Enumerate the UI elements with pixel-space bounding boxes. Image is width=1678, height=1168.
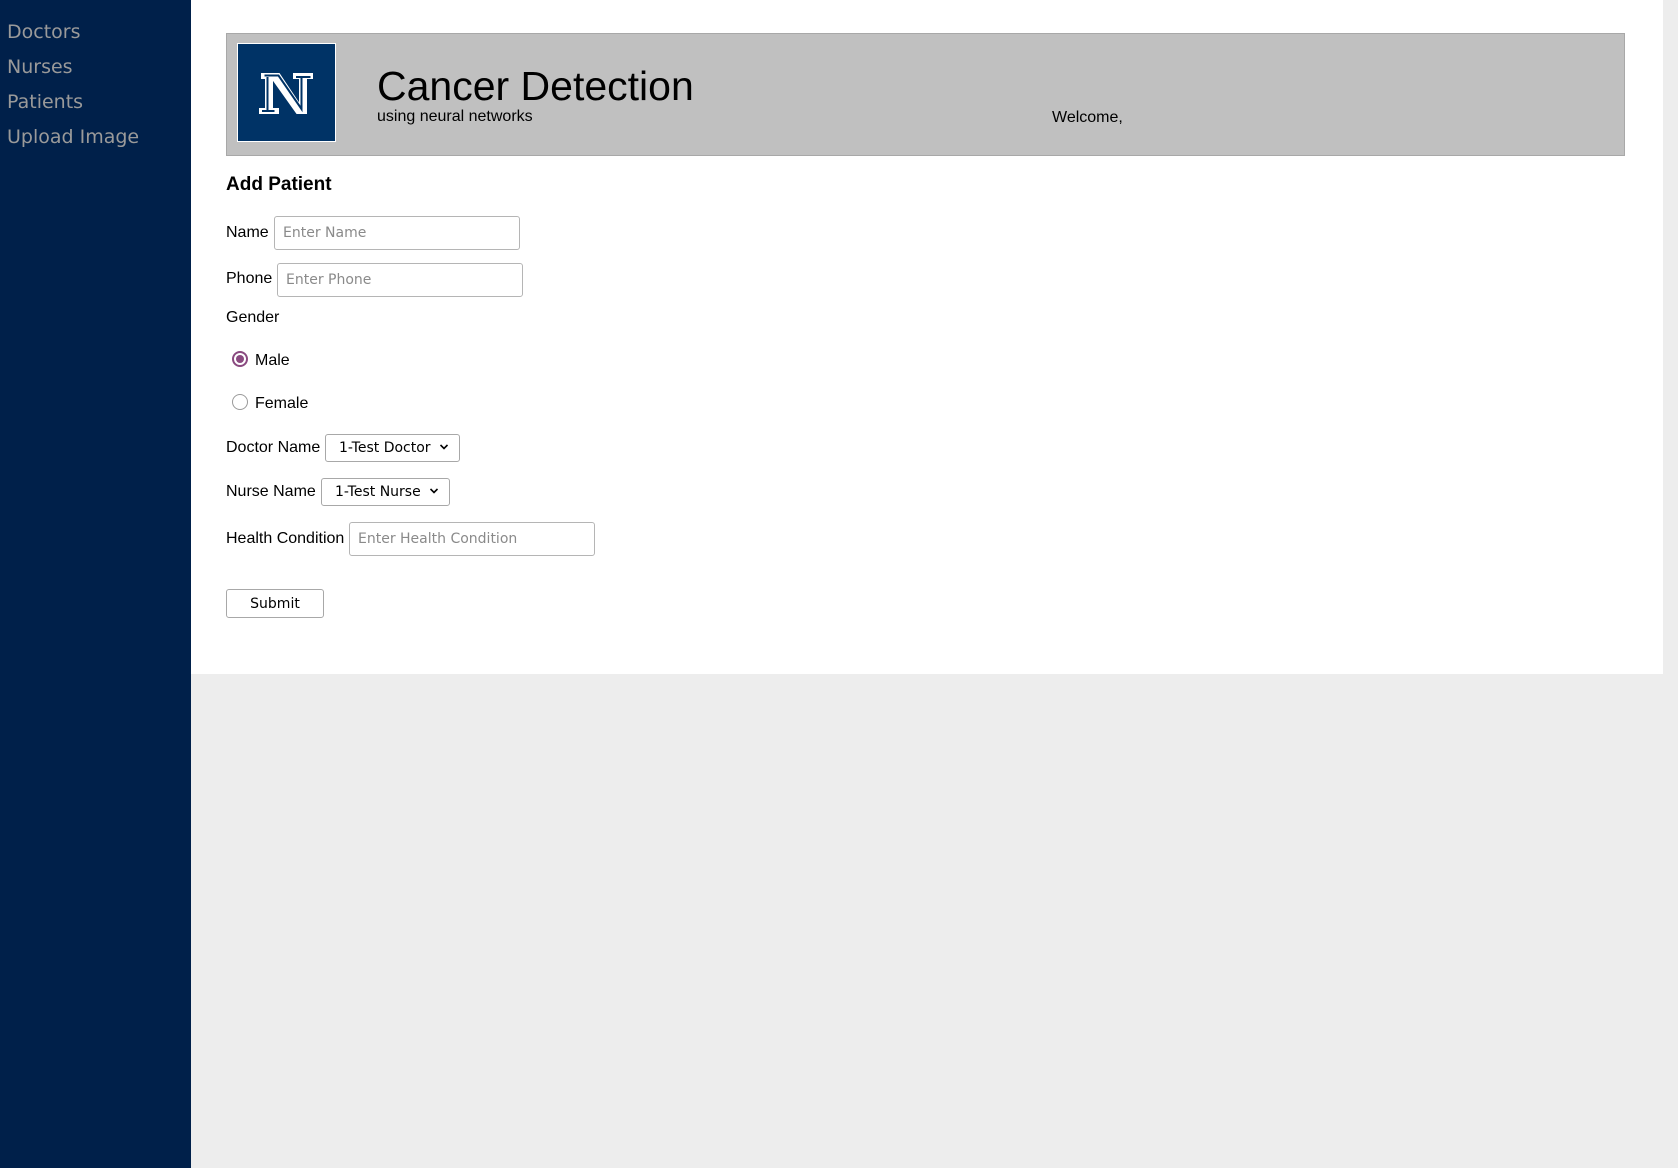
phone-input[interactable] <box>277 263 523 297</box>
health-condition-label: Health Condition <box>226 530 345 547</box>
main-content: Cancer Detection using neural networks W… <box>191 0 1663 674</box>
form-title: Add Patient <box>226 174 332 195</box>
university-n-logo-icon <box>237 43 336 142</box>
doctor-name-selected-value: 1-Test Doctor <box>339 440 431 456</box>
male-radio-label: Male <box>255 352 290 369</box>
male-radio[interactable] <box>232 351 248 367</box>
page-header: Cancer Detection using neural networks W… <box>226 33 1625 156</box>
doctor-name-label: Doctor Name <box>226 439 321 456</box>
nurse-name-label: Nurse Name <box>226 483 316 500</box>
nurse-name-selected-value: 1-Test Nurse <box>335 484 421 500</box>
sidebar-item-doctors[interactable]: Doctors <box>7 21 81 43</box>
welcome-text: Welcome, <box>1052 109 1123 126</box>
chevron-down-icon <box>439 444 448 450</box>
name-input[interactable] <box>274 216 520 250</box>
chevron-down-icon <box>429 488 438 494</box>
sidebar-item-nurses[interactable]: Nurses <box>7 56 73 78</box>
page-subtitle: using neural networks <box>377 108 533 125</box>
submit-button[interactable]: Submit <box>226 589 324 618</box>
female-radio-label: Female <box>255 395 309 412</box>
sidebar-item-upload-image[interactable]: Upload Image <box>7 126 139 148</box>
gender-label: Gender <box>226 309 280 326</box>
doctor-name-select[interactable]: 1-Test Doctor <box>325 434 460 462</box>
sidebar: Doctors Nurses Patients Upload Image <box>0 0 191 1168</box>
health-condition-input[interactable] <box>349 522 595 556</box>
nurse-name-select[interactable]: 1-Test Nurse <box>321 478 450 506</box>
name-label: Name <box>226 224 269 241</box>
sidebar-item-patients[interactable]: Patients <box>7 91 83 113</box>
female-radio[interactable] <box>232 394 248 410</box>
page-title: Cancer Detection <box>377 63 694 109</box>
phone-label: Phone <box>226 270 273 287</box>
